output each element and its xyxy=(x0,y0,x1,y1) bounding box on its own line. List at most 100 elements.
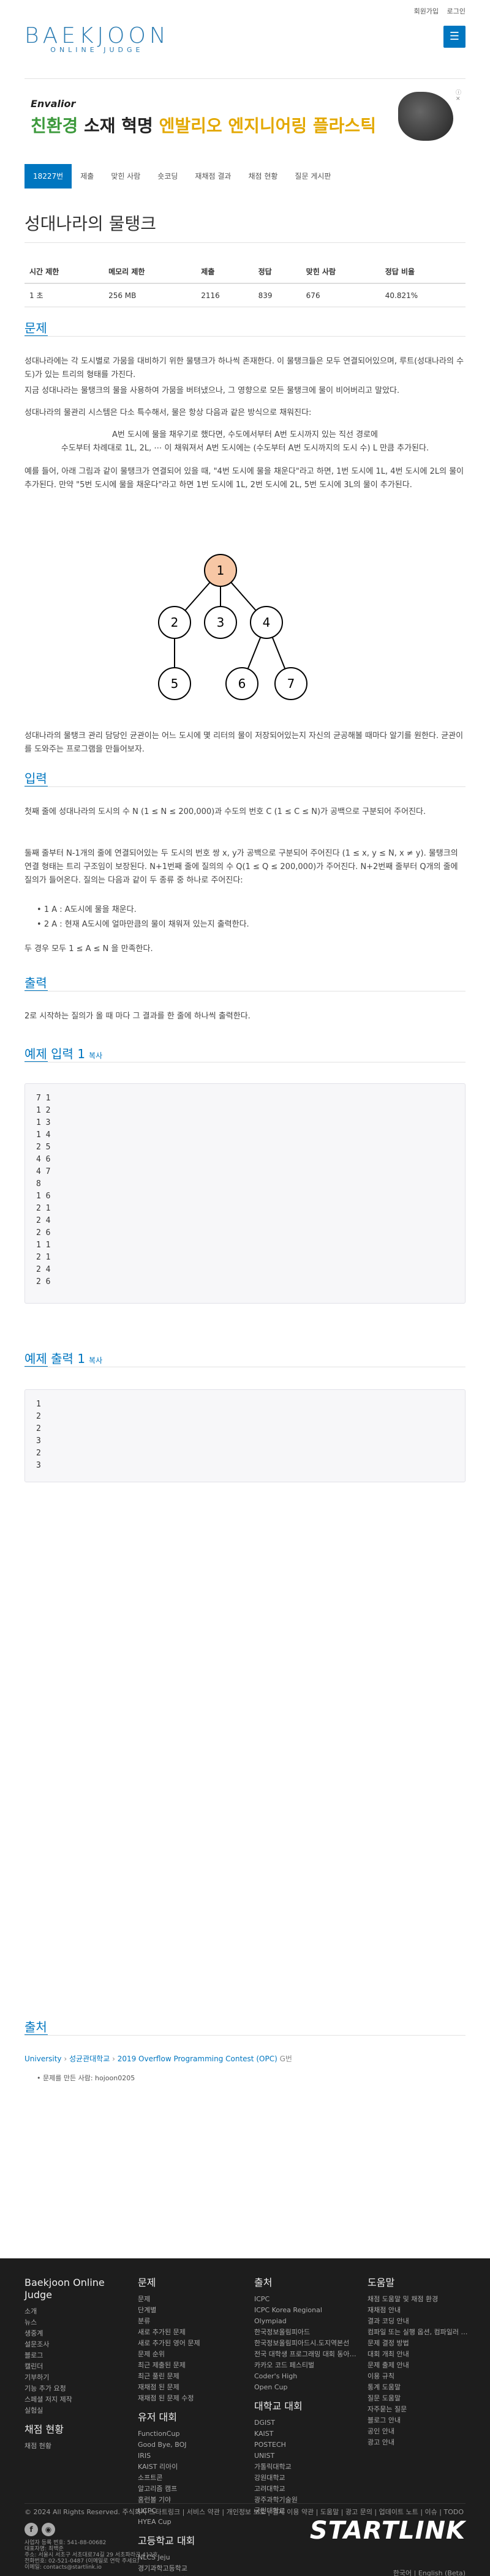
footer-link[interactable]: 통계 도움말 xyxy=(368,2382,469,2393)
footer-link[interactable]: 질문 도움말 xyxy=(368,2393,469,2404)
problem-paragraph-5: 성대나라의 물탱크 관리 담당인 균관이는 어느 도시에 몇 리터의 물이 저장… xyxy=(24,731,464,754)
tab-board[interactable]: 질문 게시판 xyxy=(286,164,339,189)
footer-link[interactable]: KAIST 리아이 xyxy=(138,2462,236,2473)
footer-link[interactable]: 재채점 안내 xyxy=(368,2305,469,2316)
footer-link[interactable]: 설문조사 xyxy=(24,2339,123,2350)
footer-link[interactable]: 가톨릭대학교 xyxy=(254,2462,358,2473)
footer-link[interactable]: 새로 추가된 영어 문제 xyxy=(138,2338,236,2349)
tree-node-label: 2 xyxy=(171,615,179,630)
footer-link[interactable]: 새로 추가된 문제 xyxy=(138,2327,236,2338)
menu-button[interactable]: ☰ xyxy=(443,26,466,48)
footer-link[interactable]: 소프트콘 xyxy=(138,2473,236,2484)
footer-link[interactable]: UNIST xyxy=(254,2451,358,2462)
source-link-school[interactable]: 성균관대학교 xyxy=(69,2055,110,2063)
footer-link[interactable]: 홈런볼 기야 xyxy=(138,2495,236,2506)
sample-output-box[interactable]: 1 2 2 3 2 3 xyxy=(24,1389,466,1482)
footer-link[interactable]: 이용 규칙 xyxy=(368,2371,469,2382)
footer-col-sources-sub: 대학교 대회 xyxy=(254,2400,303,2412)
sample-input-box[interactable]: 7 1 1 2 1 3 1 4 2 5 4 6 4 7 8 1 6 2 1 2 … xyxy=(24,1083,466,1304)
footer-link[interactable]: 강원대학교 xyxy=(254,2473,358,2484)
footer-link[interactable]: 재채점 된 문제 수정 xyxy=(138,2393,236,2404)
ad-headline-mid: 소재 혁명 xyxy=(78,116,159,136)
footer-link[interactable]: 결과 코딩 안내 xyxy=(368,2316,469,2327)
login-link[interactable]: 로그인 xyxy=(447,7,466,15)
source-link-university[interactable]: University xyxy=(24,2055,62,2063)
footer-link[interactable]: 최근 풀린 문제 xyxy=(138,2371,236,2382)
footer-link[interactable]: 광고 안내 xyxy=(368,2437,469,2448)
footer-link[interactable]: 단계별 xyxy=(138,2305,236,2316)
footer-link[interactable]: 실험실 xyxy=(24,2405,123,2416)
footer-link[interactable]: 전국 대학생 프로그래밍 대회 동아리 연합 xyxy=(254,2349,358,2360)
header-submissions: 제출 xyxy=(196,260,254,284)
footer-link[interactable]: 한국정보올림피아드시.도지역본선 xyxy=(254,2338,358,2349)
footer-link[interactable]: 대회 개최 안내 xyxy=(368,2349,469,2360)
tree-node: 1 xyxy=(204,554,237,587)
ad-banner[interactable]: Envalior 친환경 소재 혁명 엔발리오 엔지니어링 플라스틱 ⓘ ✕ xyxy=(24,86,466,147)
footer-link[interactable]: 최근 제출된 문제 xyxy=(138,2360,236,2371)
footer-link[interactable]: 광주과학기술원 xyxy=(254,2495,358,2506)
footer-link[interactable]: KAIST xyxy=(254,2429,358,2440)
footer-link[interactable]: 재채점 된 문제 xyxy=(138,2382,236,2393)
footer-col-help: 도움말 채점 도움말 및 채점 환경 재채점 안내 결과 코딩 안내 컴파일 또는 실… xyxy=(368,2277,469,2448)
footer-link[interactable]: 문제 출제 안내 xyxy=(368,2360,469,2371)
copy-sample-input-button[interactable]: 복사 xyxy=(89,1051,102,1060)
ad-close-icon[interactable]: ⓘ ✕ xyxy=(456,88,463,102)
footer-link[interactable]: 카카오 코드 페스티벌 xyxy=(254,2360,358,2371)
divider xyxy=(24,336,466,337)
divider xyxy=(24,78,466,79)
footer-link[interactable]: Coder's High xyxy=(254,2371,358,2382)
footer-link[interactable]: Open Cup xyxy=(254,2382,358,2393)
footer-link[interactable]: 채점 도움말 및 채점 환경 xyxy=(368,2294,469,2305)
footer-link[interactable]: 문제 결정 방법 xyxy=(368,2338,469,2349)
footer-link[interactable]: 스페셜 저지 제작 xyxy=(24,2394,123,2405)
tab-status[interactable]: 채점 현황 xyxy=(239,164,286,189)
footer-link[interactable]: 캘린더 xyxy=(24,2361,123,2372)
footer-link[interactable]: 컴파일 또는 실행 옵션, 컴파일러 버전, 언어 도움말 xyxy=(368,2327,469,2338)
footer-link[interactable]: HYEA Cup xyxy=(138,2517,236,2528)
footer-link[interactable]: 뉴스 xyxy=(24,2317,123,2328)
input-paragraph-1: 첫째 줄에 성대나라의 도시의 수 N (1 ≤ N ≤ 200,000)과 수… xyxy=(24,807,426,816)
language-selector[interactable]: 한국어 | English (Beta) xyxy=(393,2568,466,2576)
footer-link[interactable]: IRIS xyxy=(138,2451,236,2462)
source-link-contest[interactable]: 2019 Overflow Programming Contest (OPC) xyxy=(118,2055,277,2063)
footer-link[interactable]: 알고리즘 캠프 xyxy=(138,2484,236,2495)
tab-solvers[interactable]: 맞힌 사람 xyxy=(102,164,149,189)
footer-col-problems: 문제 문제 단계별 분류 새로 추가된 문제 새로 추가된 영어 문제 문제 순위 최근 제… xyxy=(138,2277,236,2576)
github-icon[interactable]: ◉ xyxy=(42,2523,55,2536)
tab-rejudge[interactable]: 재채점 결과 xyxy=(186,164,239,189)
footer-link[interactable]: 소개 xyxy=(24,2306,123,2317)
footer-divider xyxy=(24,2503,466,2504)
copy-sample-output-button[interactable]: 복사 xyxy=(89,1356,102,1365)
footer-link[interactable]: 문제 xyxy=(138,2294,236,2305)
footer-link[interactable]: 공인 안내 xyxy=(368,2426,469,2437)
footer-link[interactable]: 문제 순위 xyxy=(138,2349,236,2360)
footer-link[interactable]: 채점 현황 xyxy=(24,2441,123,2452)
footer-link[interactable]: 기부하기 xyxy=(24,2372,123,2383)
problem-paragraph-1: 성대나라에는 각 도시별로 가뭄을 대비하기 위한 물탱크가 하나씩 존재한다.… xyxy=(24,357,464,379)
header-accepted: 정답 xyxy=(253,260,301,284)
footer-link[interactable]: Good Bye, BOJ xyxy=(138,2440,236,2451)
footer-link[interactable]: 블로그 xyxy=(24,2350,123,2361)
footer-link[interactable]: 자주묻는 질문 xyxy=(368,2404,469,2415)
footer-link[interactable]: 분류 xyxy=(138,2316,236,2327)
footer-link[interactable]: ICPC xyxy=(254,2294,358,2305)
signup-link[interactable]: 회원가입 xyxy=(414,7,439,15)
startlink-brand[interactable]: STARTLINK xyxy=(310,2517,466,2545)
footer-link[interactable]: FunctionCup xyxy=(138,2429,236,2440)
tab-submit[interactable]: 제출 xyxy=(72,164,102,189)
footer-link[interactable]: DGIST xyxy=(254,2417,358,2429)
footer-link[interactable]: ICPC Korea Regional xyxy=(254,2305,358,2316)
footer-link[interactable]: 고려대학교 xyxy=(254,2484,358,2495)
footer-link[interactable]: 한국정보올림피아드 xyxy=(254,2327,358,2338)
footer-link[interactable]: Olympiad xyxy=(254,2316,358,2327)
footer-link[interactable]: 기능 추가 요청 xyxy=(24,2383,123,2394)
footer-link[interactable]: 생중계 xyxy=(24,2328,123,2339)
tab-problem[interactable]: 18227번 xyxy=(24,164,72,189)
logo[interactable]: BAEKJOON ONLINE JUDGE xyxy=(24,23,170,54)
page-title: 성대나라의 물탱크 xyxy=(24,214,156,234)
facebook-icon[interactable]: f xyxy=(24,2523,38,2536)
tab-shortcoding[interactable]: 숏코딩 xyxy=(149,164,186,189)
footer-link[interactable]: 블로그 안내 xyxy=(368,2415,469,2426)
footer-link[interactable]: POSTECH xyxy=(254,2440,358,2451)
ad-headline-yellow: 엔발리오 엔지니어링 플라스틱 xyxy=(159,116,376,136)
